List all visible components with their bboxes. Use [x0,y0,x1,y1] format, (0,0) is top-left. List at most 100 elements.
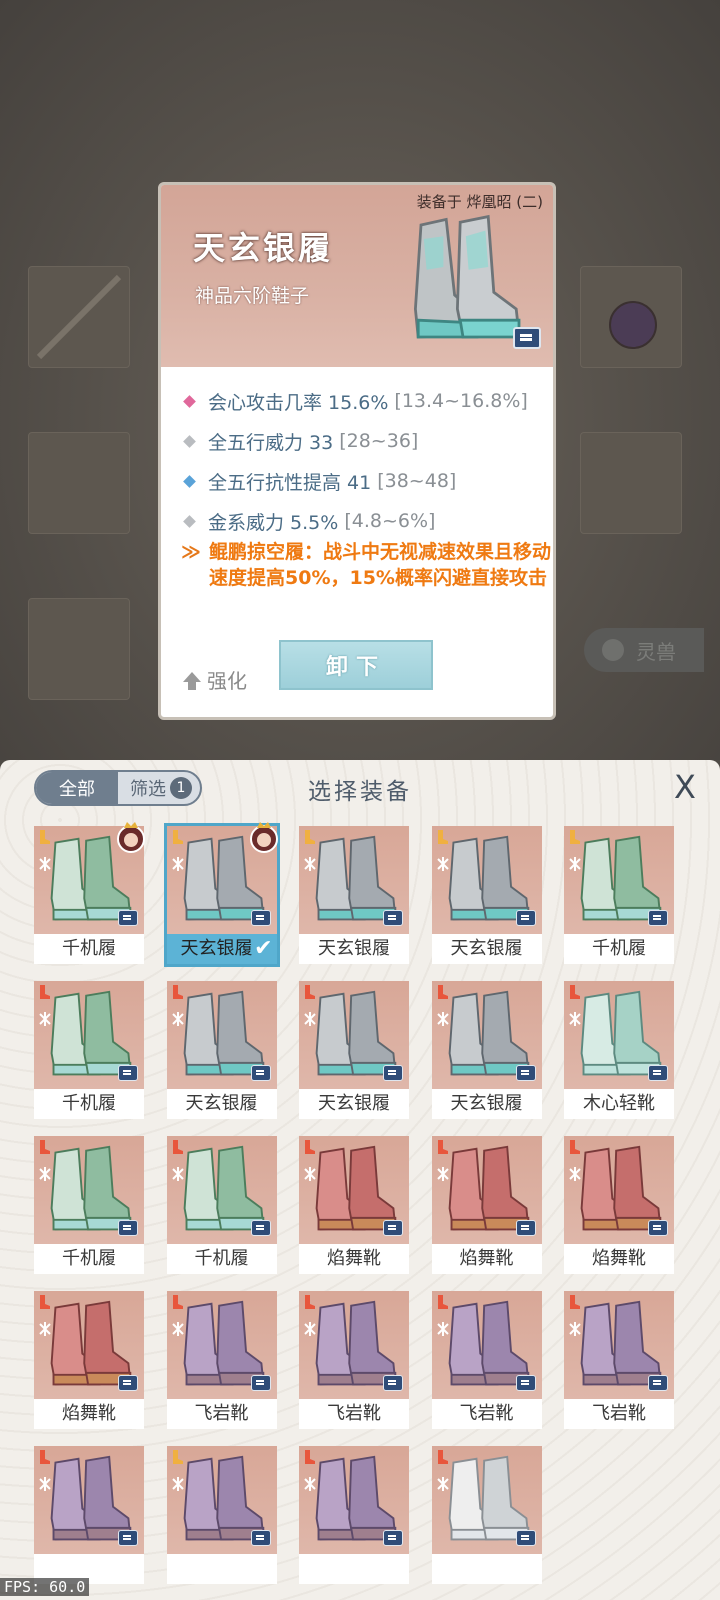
equipment-name: 天玄银履 [299,934,409,964]
bg-slot-robe [580,432,682,534]
equipment-slot[interactable]: 焰舞靴 [431,1136,542,1274]
diamond-grey-icon [183,434,196,448]
bg-slot-boots [28,598,130,700]
slot-boots-icon [437,1295,448,1309]
storage-badge-icon [383,1375,403,1391]
equipment-slot[interactable]: 飞岩靴 [299,1291,409,1429]
equipment-slot[interactable]: 千机履 [34,1136,144,1274]
slot-boots-icon [305,1140,315,1154]
rune-icon [39,1477,51,1491]
storage-badge-icon [250,1530,271,1546]
equipment-slot[interactable]: 天玄银履 [299,826,409,964]
slot-boots-icon [40,1450,50,1464]
equipment-slot[interactable]: 天玄银履 [299,981,409,1119]
equipment-card [299,826,409,934]
equipment-card [431,1446,542,1554]
slot-boots-icon [172,1450,183,1464]
rune-icon [39,857,51,871]
equipment-name [299,1554,409,1584]
rune-icon [171,1322,184,1336]
slot-boots-icon [172,1295,183,1309]
rune-icon [171,1477,184,1491]
storage-badge-icon [250,1220,271,1236]
equipment-slot[interactable]: 天玄银履 ✔ [163,822,280,967]
equipment-card [431,826,542,934]
detail-header: 装备于 烨凰昭 (二) 天玄银履 神品六阶鞋子 [161,185,553,367]
diamond-blue-icon [183,474,196,488]
equipment-slot[interactable]: 飞岩靴 [564,1291,674,1429]
equipment-card [166,822,278,934]
sword-icon [36,274,122,360]
equipment-name: 飞岩靴 [431,1399,542,1429]
attribute-range: [4.8~6%] [344,510,436,532]
equipment-slot[interactable]: 千机履 [34,981,144,1119]
storage-badge-icon [648,910,668,926]
equipment-card [564,1136,674,1244]
equipment-slot[interactable]: 天玄银履 [431,981,542,1119]
rune-icon [569,1322,581,1336]
rune-icon [171,1167,184,1181]
storage-badge-icon [250,1375,271,1391]
equipment-slot[interactable]: 焰舞靴 [564,1136,674,1274]
rune-icon: ≫ [181,541,201,563]
slot-boots-icon [570,985,580,999]
storage-badge-icon [118,1375,138,1391]
rune-icon [39,1012,51,1026]
attribute-value: 全五行威力 33 [208,431,334,454]
equipment-slot[interactable]: 天玄银履 [431,826,542,964]
equipment-slot[interactable]: 飞岩靴 [431,1291,542,1429]
spirit-beast-button[interactable]: 灵兽 [584,628,704,672]
storage-badge-icon [515,1065,536,1081]
bg-slot-armor [28,432,130,534]
rune-icon [569,1012,581,1026]
equipment-detail-card: 装备于 烨凰昭 (二) 天玄银履 神品六阶鞋子 会心攻击几率 15.6% [13… [158,182,556,720]
equipment-slot[interactable]: 千机履 [166,1136,277,1274]
storage-badge-icon [118,1220,138,1236]
enhance-button[interactable]: 强化 [183,665,247,694]
equipment-card [34,822,145,934]
attribute-row: 金系威力 5.5% [4.8~6%] [181,501,551,541]
close-button[interactable]: X [668,770,702,804]
close-icon: X [674,768,696,806]
equipment-slot[interactable]: 木心轻靴 [564,981,674,1119]
equipment-slot[interactable] [299,1446,409,1584]
unequip-label: 卸下 [325,655,386,680]
equipment-card [431,1291,542,1399]
equipment-name [431,1554,542,1584]
equipment-slot[interactable] [431,1446,542,1584]
special-effect-text: 鲲鹏掠空履：战斗中无视减速效果且移动速度提高50%，15%概率闪避直接攻击 [209,541,552,589]
equipment-card [299,981,409,1089]
diamond-pink-icon [183,394,196,408]
select-equipment-panel: 全部 筛选 1 选择装备 X 千机履 天玄银履 ✔ 天玄银履 天玄银履 千机履 … [0,760,720,1600]
equipment-slot[interactable]: 千机履 [34,822,145,964]
special-effect: ≫ 鲲鹏掠空履：战斗中无视减速效果且移动速度提高50%，15%概率闪避直接攻击 [181,539,551,591]
equipment-slot[interactable] [34,1446,144,1584]
slot-boots-icon [172,985,183,999]
attribute-range: [28~36] [339,430,419,452]
storage-badge-icon [648,1375,668,1391]
equipment-slot[interactable]: 飞岩靴 [166,1291,277,1429]
equipment-slot[interactable]: 千机履 [564,826,674,964]
rune-icon [569,1167,581,1181]
rune-icon [569,857,581,871]
slot-boots-icon [570,1140,580,1154]
equipment-slot[interactable] [166,1446,277,1584]
rune-icon [39,1167,51,1181]
character-avatar [249,822,278,853]
storage-badge-icon [515,1220,536,1236]
equipment-slot[interactable]: 焰舞靴 [299,1136,409,1274]
orb-icon [609,301,657,349]
slot-boots-icon [437,830,448,844]
slot-boots-icon [570,830,580,844]
slot-boots-icon [437,985,448,999]
unequip-button[interactable]: 卸下 [279,640,433,690]
rune-icon [304,1477,316,1491]
diamond-grey-icon [183,514,196,528]
equipment-slot[interactable]: 天玄银履 [166,981,277,1119]
equipment-card [299,1291,409,1399]
equipment-card [299,1446,409,1554]
storage-badge-icon [118,1065,138,1081]
equipment-slot[interactable]: 焰舞靴 [34,1291,144,1429]
storage-badge-icon [118,910,138,926]
slot-boots-icon [40,830,50,844]
